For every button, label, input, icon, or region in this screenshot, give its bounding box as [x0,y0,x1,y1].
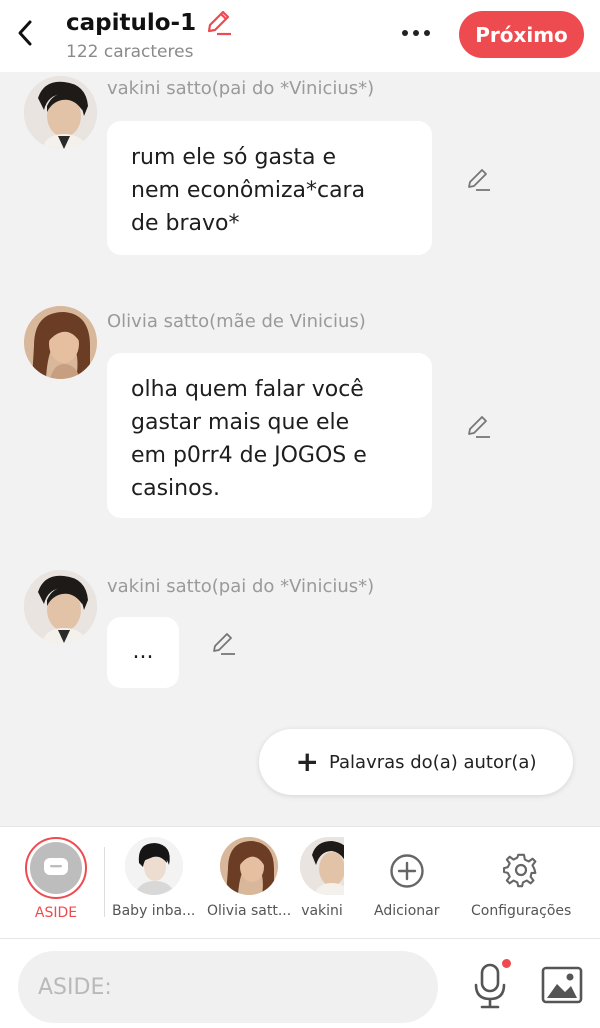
man-portrait-icon [24,570,97,643]
character-count: 122 caracteres [66,42,194,62]
character-item[interactable]: Baby inba... [112,837,195,919]
boy-portrait-icon [124,837,183,895]
dot-icon [413,30,419,36]
settings-button[interactable]: Configurações [471,837,571,919]
avatar[interactable] [24,306,97,379]
add-label: Adicionar [374,903,440,919]
edit-message-button[interactable] [208,629,238,659]
add-character-button[interactable]: Adicionar [374,837,439,919]
message-bubble[interactable]: olha quem falar você gastar mais que ele… [107,353,432,518]
title-block: capitulo-1 122 caracteres [66,6,232,62]
author-words-button[interactable]: + Palavras do(a) autor(a) [259,729,573,795]
microphone-icon [474,963,506,1009]
author-words-label: Palavras do(a) autor(a) [328,751,537,773]
microphone-button[interactable] [470,959,511,1011]
image-icon [541,966,583,1004]
avatar [124,837,183,895]
message-bubble[interactable]: ... [107,617,179,688]
edit-title-button[interactable] [204,9,232,37]
next-button[interactable]: Próximo [459,11,584,58]
woman-portrait-icon [24,306,97,379]
divider [104,847,105,917]
chat-bubble-icon [44,858,68,875]
avatar [300,837,344,895]
character-name: Olivia satt... [207,903,292,919]
plus-icon: + [295,745,319,778]
character-item[interactable]: vakini [300,837,344,919]
dot-icon [402,30,408,36]
aside-input[interactable] [18,951,438,1023]
speaker-name: vakini satto(pai do *Vinicius*) [107,78,375,99]
avatar [220,837,279,895]
character-name: vakini [301,903,343,919]
speaker-name: Olivia satto(mãe de Vinicius) [107,311,366,332]
avatar[interactable] [24,570,97,643]
character-bar: ASIDE Baby inba... Olivia satt... vakini… [0,826,600,938]
pencil-icon [468,169,490,191]
man-portrait-icon [24,76,97,149]
character-name: Baby inba... [112,903,196,919]
edit-message-button[interactable] [463,165,493,195]
add-circle-icon [387,851,427,891]
image-button[interactable] [541,964,583,1006]
woman-portrait-icon [220,837,279,895]
aside-character[interactable]: ASIDE [25,837,87,921]
message-bubble[interactable]: rum ele só gasta e nem econômiza*cara de… [107,121,432,255]
input-bar [0,938,600,1028]
settings-label: Configurações [471,903,572,919]
top-bar: capitulo-1 122 caracteres Próximo [0,0,600,72]
aside-avatar [25,837,87,899]
aside-label: ASIDE [34,905,78,921]
character-item[interactable]: Olivia satt... [207,837,291,919]
chevron-left-icon [18,20,32,46]
pencil-icon [213,633,235,655]
speaker-name: vakini satto(pai do *Vinicius*) [107,576,375,597]
pencil-icon [208,10,232,36]
man-portrait-icon [300,837,344,895]
pencil-icon [468,416,490,438]
edit-message-button[interactable] [463,412,493,442]
more-options-button[interactable] [396,22,436,44]
chapter-title: capitulo-1 [66,10,197,36]
avatar[interactable] [24,76,97,149]
dot-icon [424,30,430,36]
back-button[interactable] [10,16,40,50]
notification-dot [502,959,511,968]
gear-icon [501,851,541,891]
